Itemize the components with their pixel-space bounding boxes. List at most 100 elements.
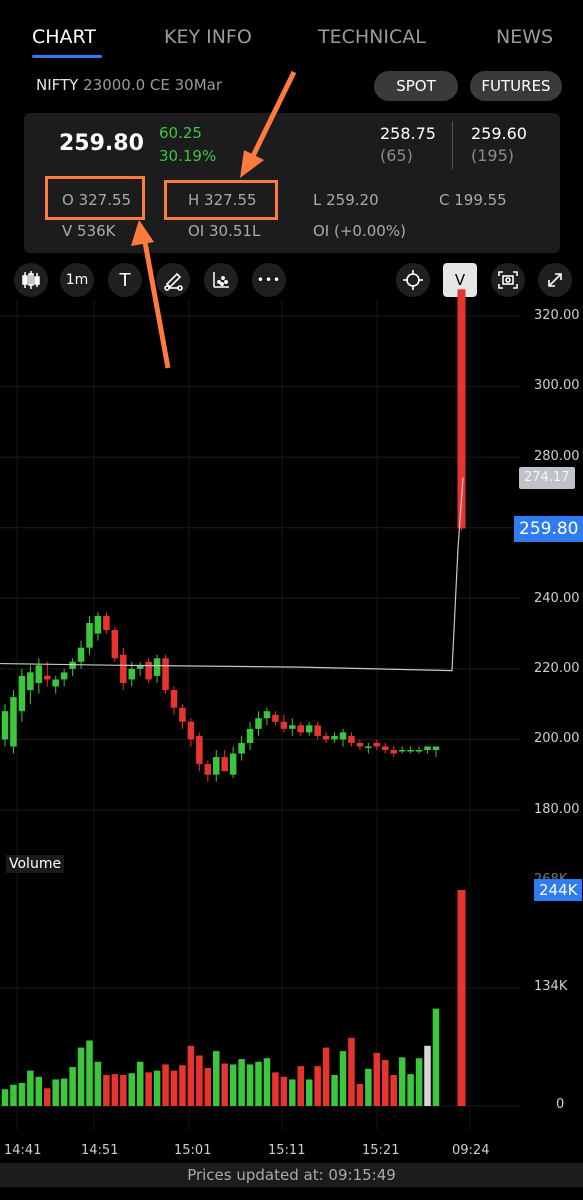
volume-bar (111, 1074, 119, 1106)
volume-bar (331, 1075, 338, 1106)
volume-bar (280, 1076, 288, 1106)
volume-bar (204, 1067, 212, 1106)
average-price-line (0, 477, 464, 672)
volume-bar (424, 1045, 431, 1106)
candle-body (221, 757, 228, 772)
candle-body (44, 675, 51, 680)
prices-updated-time: 09:15:49 (328, 1166, 396, 1184)
candlestick-series (1, 289, 466, 782)
price-axis-label: 240.00 (534, 591, 580, 606)
annotation-arrows (131, 70, 297, 369)
candle-body (432, 746, 440, 751)
candle-body (280, 721, 288, 729)
volume-axis-label: 0 (556, 1097, 565, 1112)
candle-body (52, 679, 59, 687)
volume-bar (348, 1037, 355, 1106)
time-axis-label: 15:11 (268, 1143, 306, 1158)
volume-bar (373, 1052, 381, 1106)
annotation-arrowhead-high (240, 150, 264, 178)
volume-bar (322, 1047, 330, 1106)
candle-body (305, 725, 313, 733)
volume-last-tag: 244K (534, 879, 583, 901)
candle-body (10, 697, 17, 747)
price-axis-label: 320.00 (534, 308, 580, 323)
volume-bar (120, 1075, 127, 1106)
candle-body (86, 622, 93, 648)
volume-bar (187, 1045, 195, 1106)
volume-bar (170, 1070, 178, 1106)
volume-bar (289, 1079, 296, 1106)
volume-bar (86, 1040, 93, 1106)
candle-body (289, 725, 296, 729)
volume-pane-label: Volume (6, 855, 65, 873)
candle-body (187, 721, 195, 740)
candle-body (407, 750, 414, 752)
candle-body (398, 750, 406, 752)
candle-body (69, 661, 76, 669)
volume-bar (263, 1058, 271, 1106)
candle-body (120, 654, 127, 683)
volume-bar (297, 1066, 304, 1106)
candle-body (18, 675, 26, 712)
volume-bar (457, 890, 466, 1106)
volume-bar (162, 1064, 169, 1106)
candle-body (77, 647, 85, 662)
candle-body (272, 714, 279, 722)
volume-axis-label: 134K (534, 979, 568, 994)
volume-bar (246, 1064, 254, 1106)
volume-bar (229, 1064, 237, 1106)
candle-body (424, 746, 431, 751)
candle-body (162, 658, 169, 691)
time-axis-label: 14:51 (81, 1143, 119, 1158)
candle-body (314, 725, 321, 736)
volume-bar (136, 1061, 144, 1106)
prices-updated-footer: Prices updated at: 09:15:49 (0, 1163, 583, 1187)
volume-bar (128, 1073, 135, 1106)
volume-bar (44, 1088, 51, 1106)
candle-body (196, 735, 203, 765)
volume-bar (432, 1008, 440, 1106)
volume-bar (382, 1059, 389, 1106)
candle-body (238, 742, 245, 754)
volume-bar (69, 1067, 76, 1106)
volume-bar (179, 1065, 186, 1106)
candle-body (297, 725, 304, 733)
volume-bar (238, 1059, 245, 1106)
price-chart[interactable] (0, 0, 583, 1200)
volume-bar (1, 1089, 9, 1106)
time-axis-label: 09:24 (452, 1143, 490, 1158)
candle-body (60, 672, 68, 680)
candle-body (94, 615, 102, 634)
candle-body (365, 746, 372, 748)
candle-body (390, 750, 397, 754)
price-axis-label: 180.00 (534, 802, 580, 817)
candle-body (128, 668, 135, 680)
candle-body (35, 665, 43, 683)
volume-bar (314, 1066, 321, 1106)
candle-body (213, 757, 220, 775)
volume-bar (35, 1076, 43, 1106)
average-price-tag: 274.17 (519, 467, 575, 489)
volume-bar (398, 1057, 406, 1106)
price-axis-label: 220.00 (534, 661, 580, 676)
volume-bar (305, 1079, 313, 1106)
volume-bar (356, 1083, 364, 1106)
candle-body (348, 735, 355, 743)
volume-bar (390, 1075, 397, 1106)
candle-body (179, 707, 186, 722)
candle-body (415, 750, 423, 752)
chart-grid (0, 300, 520, 1130)
price-axis-label: 300.00 (534, 378, 580, 393)
volume-bar (196, 1055, 203, 1106)
volume-bar (18, 1082, 26, 1106)
price-axis-label: 280.00 (534, 449, 580, 464)
candle-body (204, 764, 212, 775)
candle-body (382, 746, 389, 751)
candle-body (373, 742, 381, 747)
candle-body (1, 711, 9, 740)
candle-body (331, 735, 338, 740)
volume-bar (10, 1084, 17, 1106)
volume-bar (77, 1047, 85, 1106)
volume-bar (213, 1051, 220, 1106)
time-axis-label: 14:41 (4, 1143, 42, 1158)
